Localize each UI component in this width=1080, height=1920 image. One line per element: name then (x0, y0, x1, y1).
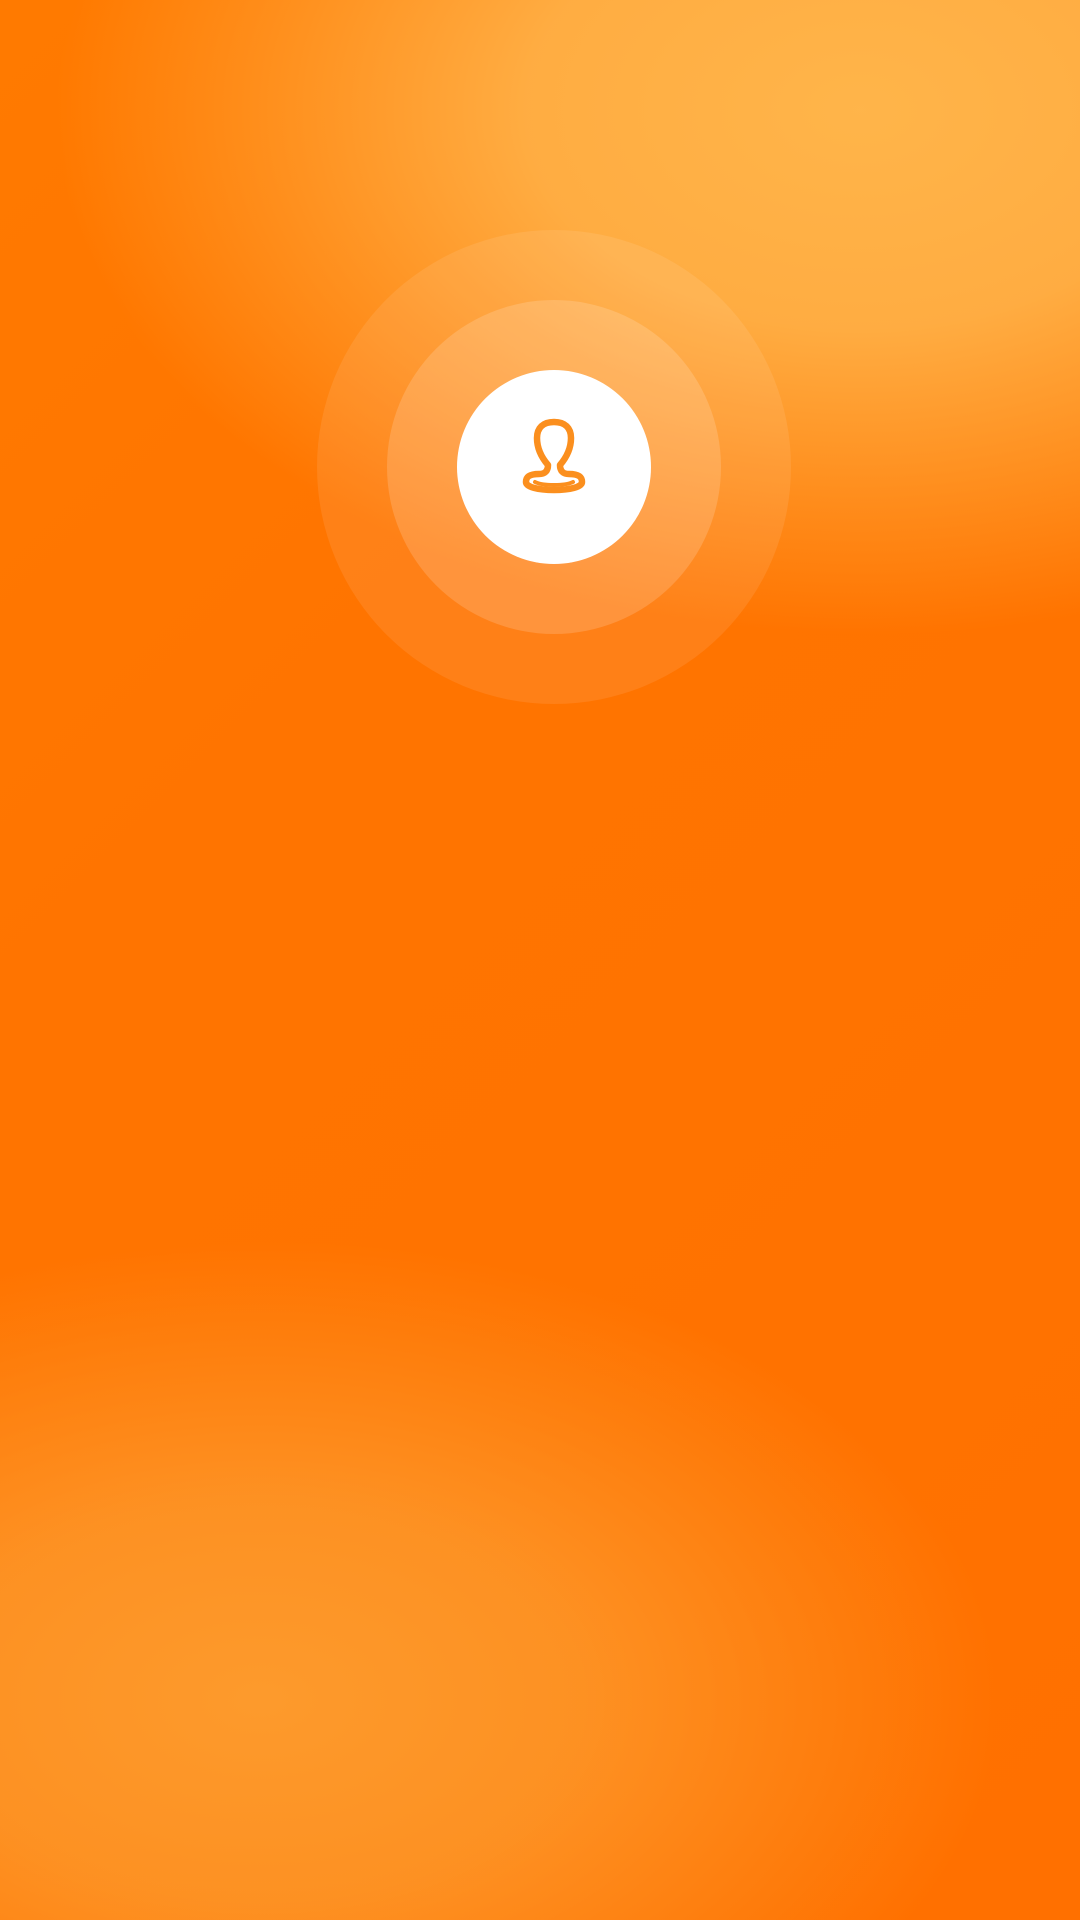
profile-avatar-button[interactable] (457, 370, 651, 564)
splash-screen (0, 0, 1080, 1920)
person-outline-icon (522, 418, 586, 494)
